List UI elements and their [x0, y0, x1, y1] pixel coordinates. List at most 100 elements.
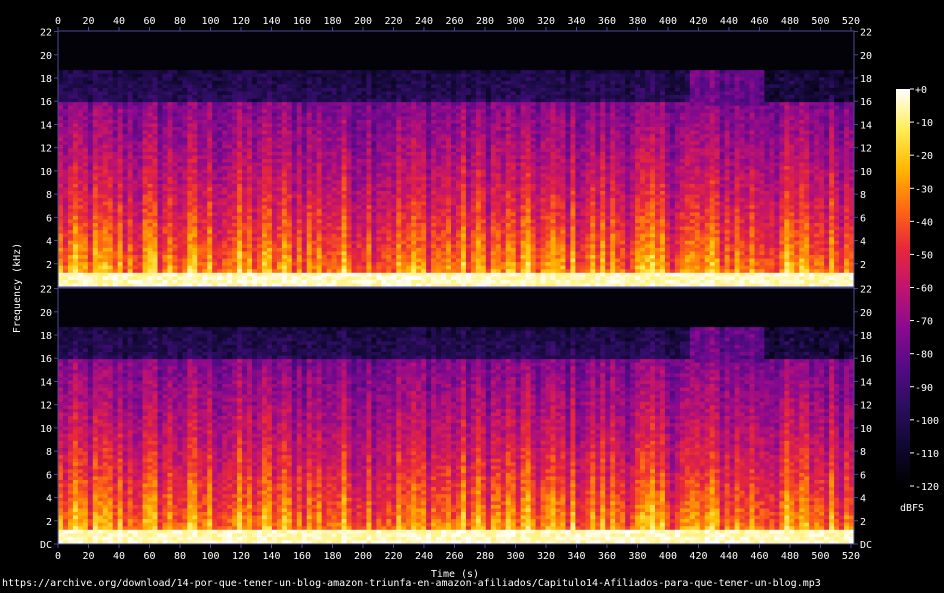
spectrogram-cell [202, 102, 208, 107]
spectrogram-cell [202, 155, 208, 160]
spectrogram-cell [58, 151, 64, 157]
spectrogram-cell [62, 151, 69, 157]
spectrogram-cell [137, 240, 144, 245]
spectrogram-cell [306, 219, 313, 224]
spectrogram-cell [331, 255, 338, 260]
spectrogram-cell [122, 226, 129, 231]
spectrogram-cell [291, 84, 298, 89]
spectrogram-cell [112, 102, 119, 107]
spectrogram-cell [386, 159, 392, 164]
spectrogram-cell [371, 265, 377, 270]
spectrogram-cell [102, 201, 109, 206]
spectrogram-cell [391, 63, 397, 68]
spectrogram-cell [271, 255, 278, 260]
spectrogram-cell [366, 95, 373, 100]
spectrogram-cell [62, 265, 69, 270]
spectrogram-cell [376, 279, 382, 285]
spectrogram-cell [207, 159, 213, 164]
spectrogram-cell [341, 208, 348, 213]
spectrogram-cell [82, 34, 89, 39]
spectrogram-cell [162, 144, 169, 149]
spectrogram-cell [232, 127, 238, 132]
spectrogram-cell [167, 73, 174, 78]
spectrogram-cell [237, 119, 243, 125]
spectrogram-cell [202, 116, 208, 121]
spectrogram-cell [232, 98, 238, 103]
spectrogram-cell [346, 63, 353, 68]
spectrogram-cell [336, 134, 343, 139]
spectrogram-cell [152, 134, 159, 139]
spectrogram-cell [351, 130, 358, 135]
spectrogram-cell [58, 187, 64, 192]
spectrogram-cell [97, 87, 104, 93]
spectrogram-cell [356, 240, 363, 245]
spectrogram-cell [371, 255, 377, 260]
spectrogram-cell [217, 201, 223, 206]
spectrogram-cell [276, 159, 283, 164]
spectrogram-cell [62, 233, 69, 238]
spectrogram-cell [326, 166, 333, 171]
spectrogram-cell [331, 240, 338, 245]
spectrogram-cell [182, 223, 188, 228]
spectrogram-cell [187, 141, 193, 146]
spectrogram-cell [102, 187, 109, 192]
spectrogram-cell [172, 41, 178, 46]
spectrogram-cell [132, 148, 139, 153]
spectrogram-cell [222, 77, 228, 82]
spectrogram-cell [107, 155, 114, 160]
spectrogram-cell [376, 219, 382, 224]
spectrogram-cell [177, 176, 183, 181]
spectrogram-cell [242, 255, 248, 260]
spectrogram-cell [207, 201, 213, 206]
spectrogram-cell [316, 134, 323, 139]
spectrogram-cell [112, 258, 119, 263]
spectrogram-cell [182, 215, 188, 221]
spectrogram-cell [396, 233, 402, 238]
spectrogram-cell [67, 63, 74, 68]
spectrogram-cell [291, 31, 298, 36]
spectrogram-cell [326, 215, 333, 221]
spectrogram-cell [122, 215, 129, 221]
spectrogram-cell [167, 201, 174, 206]
spectrogram-cell [237, 272, 243, 277]
spectrogram-cell [167, 230, 174, 235]
spectrogram-cell [326, 87, 333, 93]
spectrogram-cell [346, 251, 353, 256]
spectrogram-cell [376, 194, 382, 199]
spectrogram-cell [167, 141, 174, 146]
spectrogram-cell [252, 77, 258, 82]
spectrogram-cell [177, 265, 183, 270]
spectrogram-cell [177, 187, 183, 192]
spectrogram-cell [336, 105, 343, 110]
spectrogram-cell [58, 244, 64, 249]
spectrogram-cell [257, 198, 263, 203]
spectrogram-cell [361, 77, 368, 82]
spectrogram-cell [162, 95, 169, 100]
spectrogram-cell [222, 215, 228, 221]
spectrogram-cell [107, 130, 114, 135]
spectrogram-cell [182, 173, 188, 178]
spectrogram-cell [82, 176, 89, 181]
spectrogram-cell [127, 251, 134, 256]
spectrogram-cell [182, 194, 188, 199]
spectrogram-cell [162, 255, 169, 260]
spectrogram-cell [346, 91, 353, 96]
spectrogram-cell [326, 112, 333, 117]
spectrogram-cell [261, 31, 268, 36]
spectrogram-cell [301, 123, 308, 128]
spectrogram-cell [97, 98, 104, 103]
spectrogram-cell [87, 112, 94, 117]
spectrogram-cell [177, 166, 183, 171]
spectrogram-cell [132, 226, 139, 231]
spectrogram-cell [187, 244, 193, 249]
spectrogram-cell [276, 155, 283, 160]
spectrogram-cell [197, 237, 203, 242]
spectrogram-cell [356, 162, 363, 167]
spectrogram-cell [257, 155, 263, 160]
spectrogram-cell [162, 187, 169, 192]
spectrogram-cell [137, 258, 144, 263]
spectrogram-cell [356, 66, 363, 71]
spectrogram-cell [72, 91, 79, 96]
spectrogram-cell [276, 130, 283, 135]
spectrogram-cell [202, 223, 208, 228]
